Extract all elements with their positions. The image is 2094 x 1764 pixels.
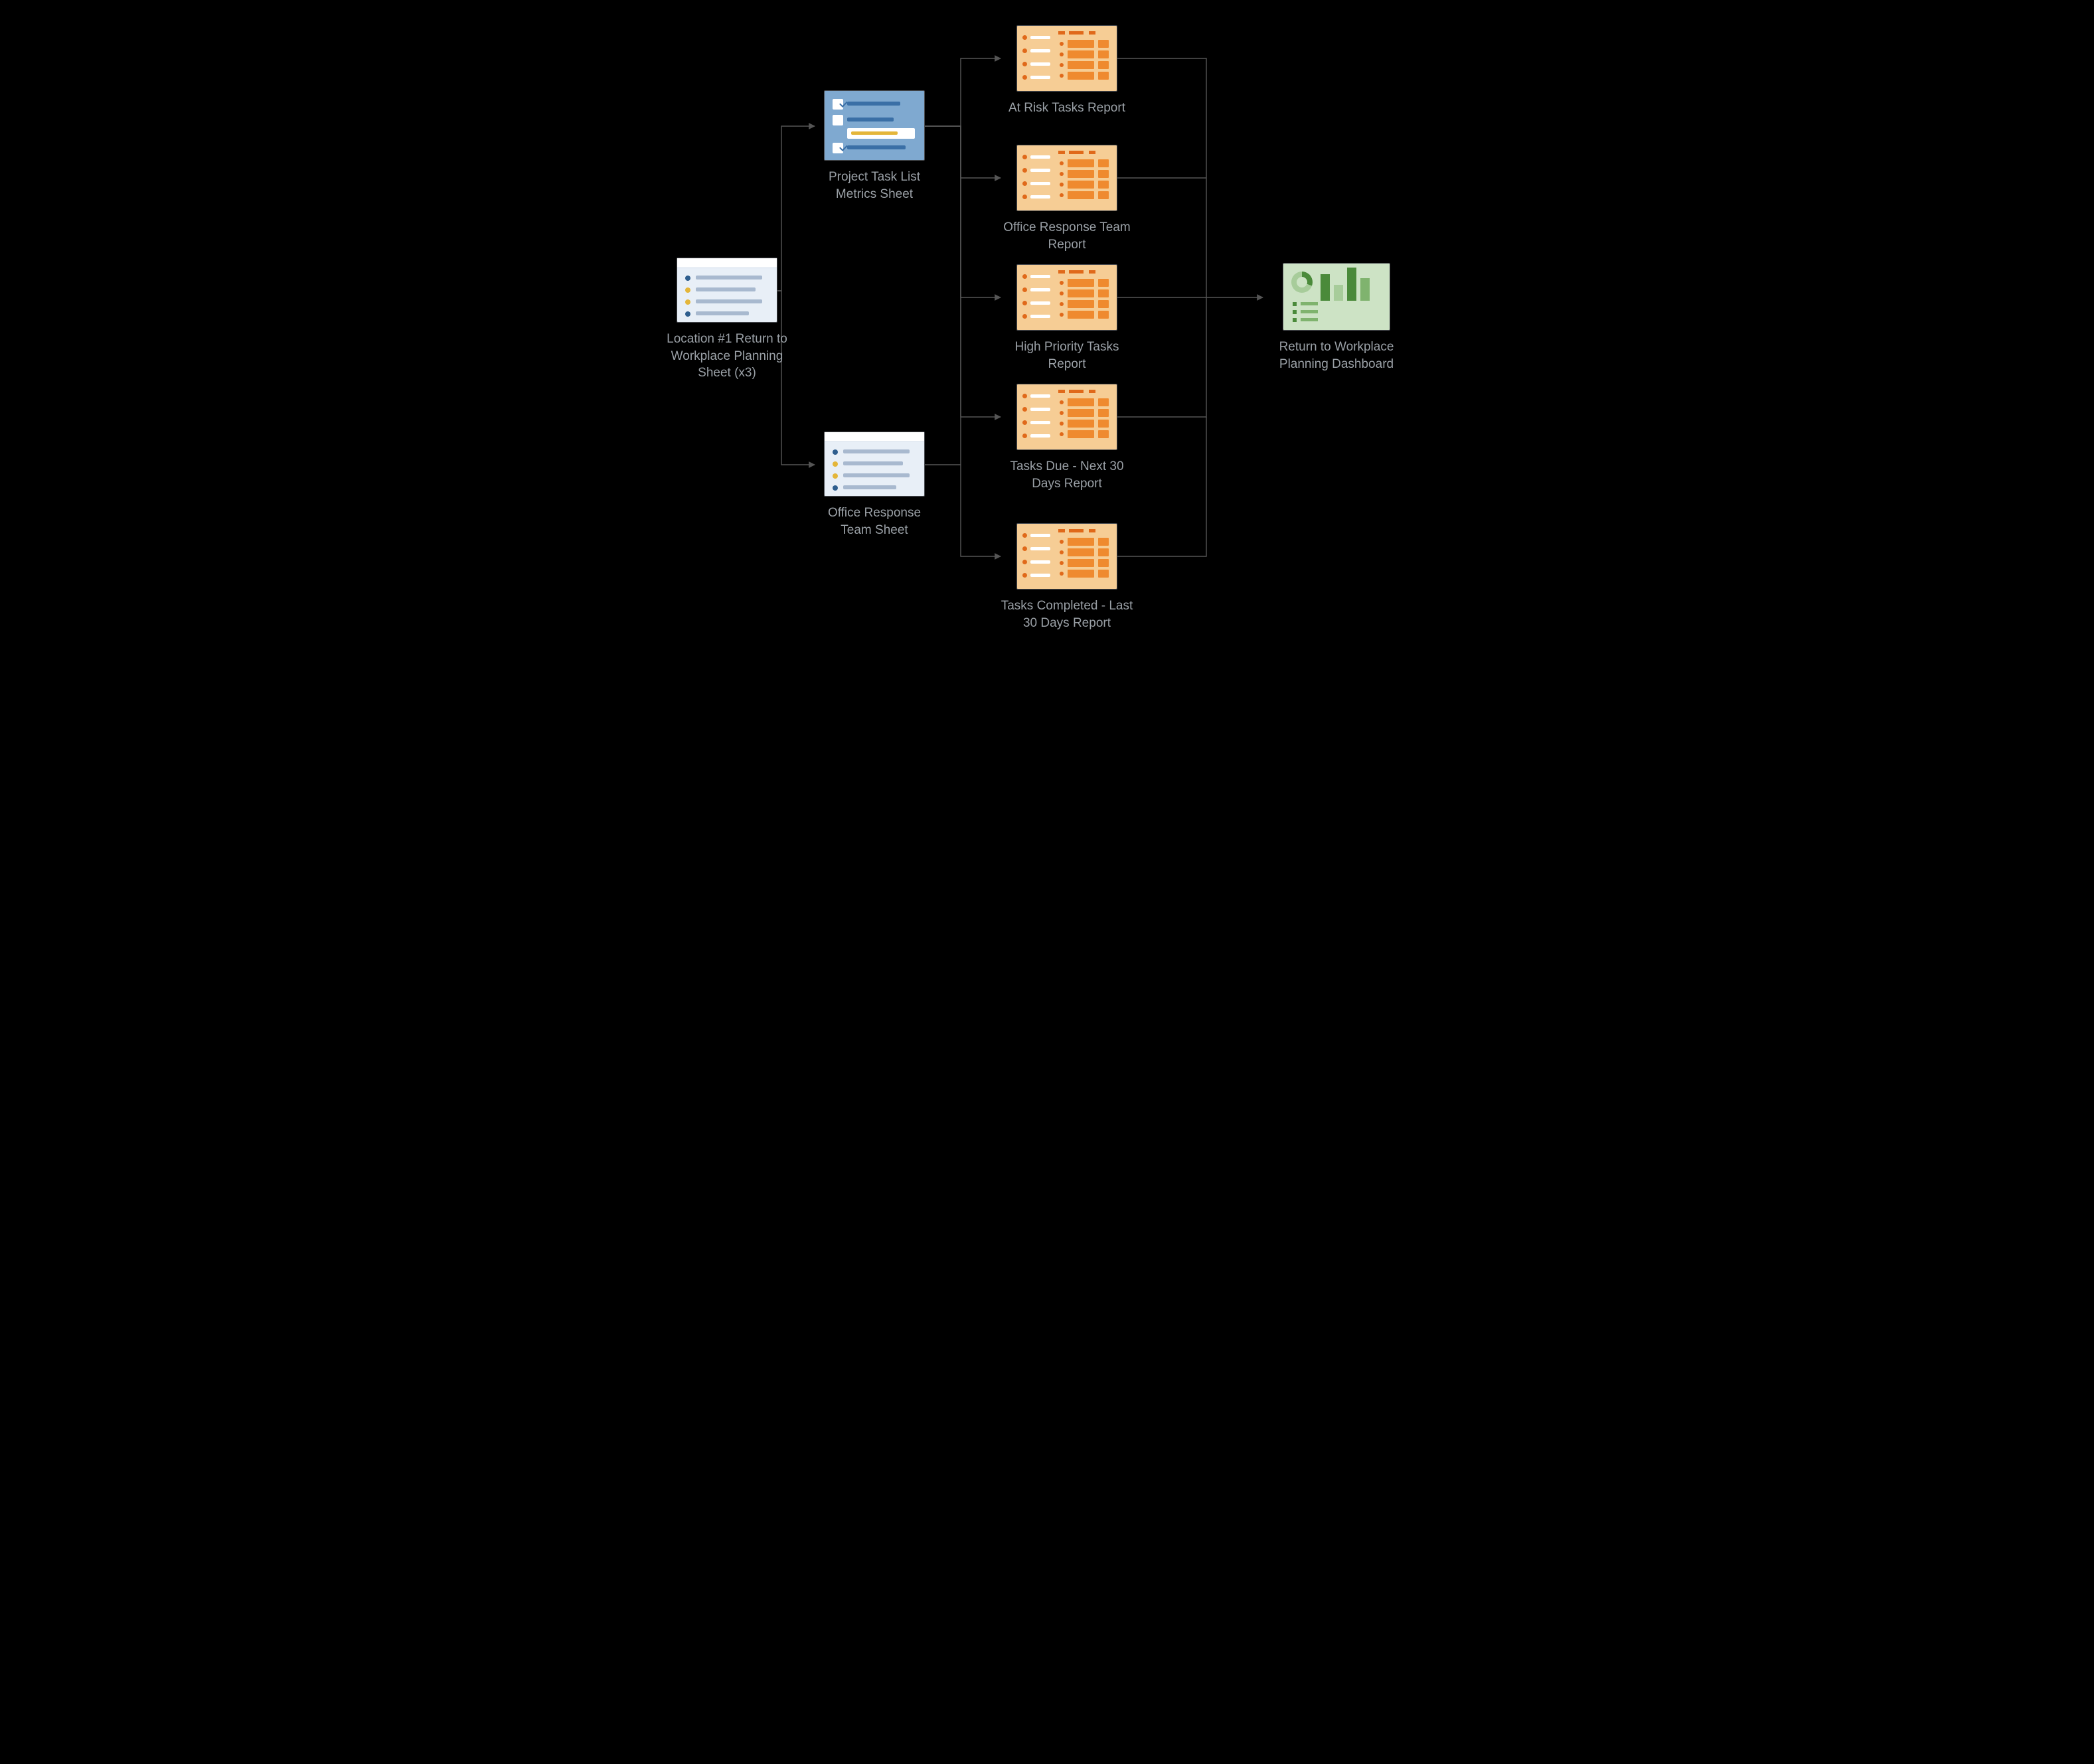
node-label: Tasks Completed - Last 30 Days Report [1001,598,1133,631]
node-source-sheet: Location #1 Return to Workplace Planning… [661,258,793,382]
node-dashboard: Return to Workplace Planning Dashboard [1263,263,1409,372]
report-icon [1016,25,1117,92]
node-label: Office Response Team Report [1001,219,1133,253]
report-icon [1016,264,1117,331]
dashboard-icon [1283,263,1390,331]
node-report-due-next: Tasks Due - Next 30 Days Report [1001,384,1133,492]
node-label: At Risk Tasks Report [1001,100,1133,117]
node-report-high-priority: High Priority Tasks Report [1001,264,1133,372]
node-report-completed-last: Tasks Completed - Last 30 Days Report [1001,523,1133,631]
node-report-at-risk: At Risk Tasks Report [1001,25,1133,117]
node-label: Office Response Team Sheet [815,505,934,538]
checklist-icon [824,90,925,161]
node-label: Return to Workplace Planning Dashboard [1263,339,1409,372]
node-label: Location #1 Return to Workplace Planning… [661,331,793,382]
node-label: Project Task List Metrics Sheet [815,169,934,202]
node-report-office-team: Office Response Team Report [1001,145,1133,253]
node-label: Tasks Due - Next 30 Days Report [1001,458,1133,492]
sheet-icon [824,432,925,497]
node-label: High Priority Tasks Report [1001,339,1133,372]
node-metrics-sheet: Project Task List Metrics Sheet [815,90,934,202]
report-icon [1016,384,1117,450]
diagram-canvas: Location #1 Return to Workplace Planning… [629,0,1465,704]
report-icon [1016,145,1117,211]
node-team-sheet: Office Response Team Sheet [815,432,934,538]
sheet-icon [677,258,777,323]
report-icon [1016,523,1117,590]
